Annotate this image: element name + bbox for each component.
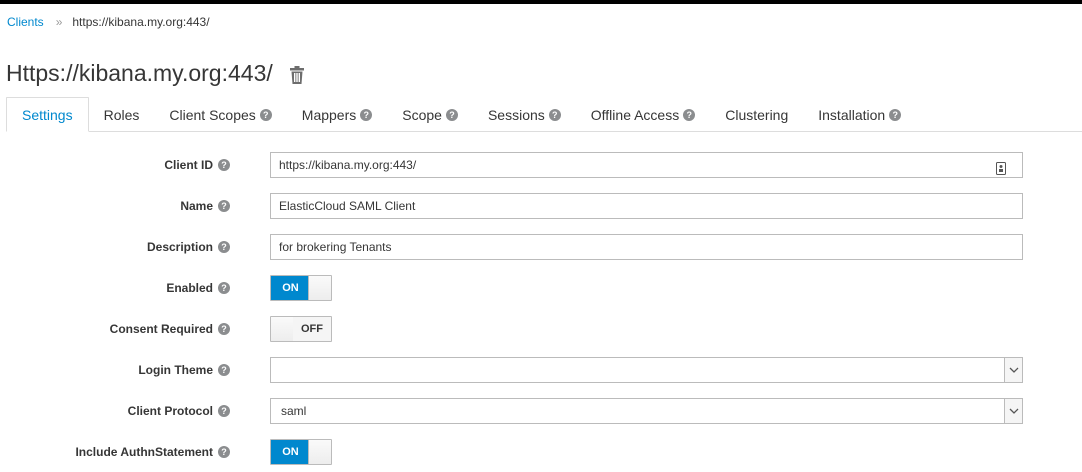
help-icon: ? (259, 108, 272, 121)
login-theme-label-text: Login Theme (138, 363, 213, 377)
tab-client-scopes-label: Client Scopes (169, 106, 256, 123)
client-protocol-label-text: Client Protocol (127, 404, 213, 418)
enabled-toggle[interactable]: ON (270, 275, 332, 301)
tab-client-scopes[interactable]: Client Scopes? (154, 97, 286, 132)
client-id-value: https://kibana.my.org:443/ (279, 158, 417, 172)
name-label: Name? (180, 193, 230, 219)
tab-offline-access[interactable]: Offline Access? (576, 97, 710, 132)
client-id-label-text: Client ID (164, 158, 213, 172)
client-protocol-label: Client Protocol? (128, 398, 230, 424)
page-title: Https://kibana.my.org:443/ (6, 60, 305, 87)
top-bar (0, 0, 1082, 4)
help-icon[interactable]: ? (218, 446, 230, 458)
toggle-handle (308, 440, 331, 464)
tab-sessions[interactable]: Sessions? (473, 97, 576, 132)
help-icon[interactable]: ? (218, 282, 230, 294)
include-authn-label-text: Include AuthnStatement (75, 445, 213, 459)
help-icon[interactable]: ? (218, 405, 230, 417)
client-id-row: Client ID? https://kibana.my.org:443/ (0, 152, 1082, 178)
tab-scope[interactable]: Scope? (387, 97, 473, 132)
name-value: ElasticCloud SAML Client (279, 199, 416, 213)
help-icon: ? (360, 108, 373, 121)
include-authn-label: Include AuthnStatement? (75, 439, 230, 465)
help-icon: ? (889, 108, 902, 121)
consent-required-toggle-state: OFF (293, 317, 331, 341)
enabled-row: Enabled? ON (0, 275, 1082, 301)
description-row: Description? for brokering Tenants (0, 234, 1082, 260)
description-label: Description? (147, 234, 230, 260)
tab-settings[interactable]: Settings (6, 97, 89, 132)
chevron-down-icon (1004, 358, 1022, 382)
breadcrumb-clients-link[interactable]: Clients (7, 15, 44, 29)
tab-installation[interactable]: Installation? (803, 97, 916, 132)
tab-clustering[interactable]: Clustering (710, 97, 803, 132)
help-icon[interactable]: ? (218, 200, 230, 212)
tab-mappers-label: Mappers (301, 106, 357, 123)
tab-offline-access-label: Offline Access (590, 106, 680, 123)
include-authn-row: Include AuthnStatement? ON (0, 439, 1082, 465)
login-theme-row: Login Theme? (0, 357, 1082, 383)
help-icon[interactable]: ? (218, 364, 230, 376)
toggle-handle (271, 317, 294, 341)
description-value: for brokering Tenants (279, 240, 392, 254)
name-field[interactable]: ElasticCloud SAML Client (270, 193, 1023, 219)
consent-required-row: Consent Required? OFF (0, 316, 1082, 342)
name-label-text: Name (180, 199, 213, 213)
description-label-text: Description (146, 240, 213, 254)
name-row: Name? ElasticCloud SAML Client (0, 193, 1082, 219)
contact-card-icon (996, 159, 1006, 175)
consent-required-label-text: Consent Required (109, 322, 213, 336)
breadcrumb: Clients » https://kibana.my.org:443/ (7, 15, 210, 29)
enabled-label-text: Enabled (166, 281, 213, 295)
breadcrumb-current: https://kibana.my.org:443/ (72, 15, 210, 29)
client-protocol-row: Client Protocol? saml (0, 398, 1082, 424)
tab-sessions-label: Sessions (487, 106, 545, 123)
tab-settings-label: Settings (22, 106, 73, 123)
page-title-text: Https://kibana.my.org:443/ (6, 60, 273, 86)
enabled-toggle-state: ON (271, 276, 310, 300)
include-authn-toggle-state: ON (271, 440, 310, 464)
help-icon: ? (445, 108, 458, 121)
tab-mappers[interactable]: Mappers? (287, 97, 387, 132)
tab-roles[interactable]: Roles (89, 97, 155, 132)
consent-required-label: Consent Required? (110, 316, 230, 342)
breadcrumb-separator: » (55, 15, 63, 29)
help-icon: ? (548, 108, 561, 121)
help-icon[interactable]: ? (218, 159, 230, 171)
client-protocol-value: saml (281, 404, 307, 418)
help-icon[interactable]: ? (218, 241, 230, 253)
include-authn-toggle[interactable]: ON (270, 439, 332, 465)
trash-icon[interactable] (289, 64, 305, 84)
client-id-field[interactable]: https://kibana.my.org:443/ (270, 152, 1023, 178)
consent-required-toggle[interactable]: OFF (270, 316, 332, 342)
toggle-handle (308, 276, 331, 300)
tab-scope-label: Scope (402, 106, 442, 123)
client-id-label: Client ID? (164, 152, 230, 178)
login-theme-label: Login Theme? (138, 357, 230, 383)
tab-bar: Settings Roles Client Scopes? Mappers? S… (6, 97, 1082, 132)
tab-roles-label: Roles (103, 106, 140, 123)
tab-installation-label: Installation (818, 106, 886, 123)
enabled-label: Enabled? (166, 275, 230, 301)
help-icon: ? (683, 108, 696, 121)
client-protocol-select[interactable]: saml (270, 398, 1023, 424)
chevron-down-icon (1004, 399, 1022, 423)
description-field[interactable]: for brokering Tenants (270, 234, 1023, 260)
login-theme-select[interactable] (270, 357, 1023, 383)
help-icon[interactable]: ? (218, 323, 230, 335)
tab-clustering-label: Clustering (725, 106, 789, 123)
